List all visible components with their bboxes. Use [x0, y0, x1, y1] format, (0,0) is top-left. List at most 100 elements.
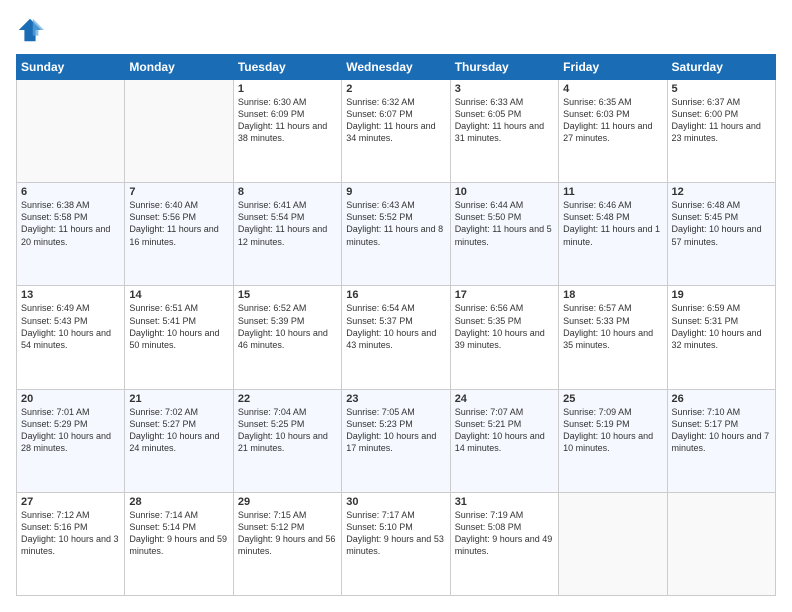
- day-number: 13: [21, 289, 120, 301]
- day-info: Sunrise: 7:09 AM Sunset: 5:19 PM Dayligh…: [563, 406, 662, 455]
- calendar-cell: 31Sunrise: 7:19 AM Sunset: 5:08 PM Dayli…: [450, 492, 558, 595]
- day-info: Sunrise: 6:48 AM Sunset: 5:45 PM Dayligh…: [672, 199, 771, 248]
- day-info: Sunrise: 6:37 AM Sunset: 6:00 PM Dayligh…: [672, 96, 771, 145]
- calendar-cell: 7Sunrise: 6:40 AM Sunset: 5:56 PM Daylig…: [125, 183, 233, 286]
- day-info: Sunrise: 6:35 AM Sunset: 6:03 PM Dayligh…: [563, 96, 662, 145]
- day-info: Sunrise: 7:02 AM Sunset: 5:27 PM Dayligh…: [129, 406, 228, 455]
- calendar-cell: 9Sunrise: 6:43 AM Sunset: 5:52 PM Daylig…: [342, 183, 450, 286]
- day-number: 1: [238, 83, 337, 95]
- weekday-header-saturday: Saturday: [667, 55, 775, 80]
- day-info: Sunrise: 6:32 AM Sunset: 6:07 PM Dayligh…: [346, 96, 445, 145]
- calendar-cell: 22Sunrise: 7:04 AM Sunset: 5:25 PM Dayli…: [233, 389, 341, 492]
- calendar-cell: 12Sunrise: 6:48 AM Sunset: 5:45 PM Dayli…: [667, 183, 775, 286]
- day-number: 20: [21, 393, 120, 405]
- day-info: Sunrise: 6:57 AM Sunset: 5:33 PM Dayligh…: [563, 302, 662, 351]
- calendar-cell: 10Sunrise: 6:44 AM Sunset: 5:50 PM Dayli…: [450, 183, 558, 286]
- calendar-cell: [667, 492, 775, 595]
- day-number: 15: [238, 289, 337, 301]
- day-number: 4: [563, 83, 662, 95]
- day-number: 25: [563, 393, 662, 405]
- day-info: Sunrise: 6:44 AM Sunset: 5:50 PM Dayligh…: [455, 199, 554, 248]
- calendar-week-5: 27Sunrise: 7:12 AM Sunset: 5:16 PM Dayli…: [17, 492, 776, 595]
- day-info: Sunrise: 7:05 AM Sunset: 5:23 PM Dayligh…: [346, 406, 445, 455]
- day-number: 28: [129, 496, 228, 508]
- day-number: 24: [455, 393, 554, 405]
- weekday-header-monday: Monday: [125, 55, 233, 80]
- day-number: 17: [455, 289, 554, 301]
- calendar-cell: 18Sunrise: 6:57 AM Sunset: 5:33 PM Dayli…: [559, 286, 667, 389]
- calendar-cell: 19Sunrise: 6:59 AM Sunset: 5:31 PM Dayli…: [667, 286, 775, 389]
- day-number: 8: [238, 186, 337, 198]
- calendar-cell: 5Sunrise: 6:37 AM Sunset: 6:00 PM Daylig…: [667, 80, 775, 183]
- day-info: Sunrise: 7:14 AM Sunset: 5:14 PM Dayligh…: [129, 509, 228, 558]
- day-info: Sunrise: 7:10 AM Sunset: 5:17 PM Dayligh…: [672, 406, 771, 455]
- weekday-header-tuesday: Tuesday: [233, 55, 341, 80]
- day-info: Sunrise: 7:07 AM Sunset: 5:21 PM Dayligh…: [455, 406, 554, 455]
- calendar-cell: 4Sunrise: 6:35 AM Sunset: 6:03 PM Daylig…: [559, 80, 667, 183]
- day-info: Sunrise: 6:52 AM Sunset: 5:39 PM Dayligh…: [238, 302, 337, 351]
- day-number: 5: [672, 83, 771, 95]
- calendar-cell: 17Sunrise: 6:56 AM Sunset: 5:35 PM Dayli…: [450, 286, 558, 389]
- day-info: Sunrise: 7:04 AM Sunset: 5:25 PM Dayligh…: [238, 406, 337, 455]
- day-info: Sunrise: 6:41 AM Sunset: 5:54 PM Dayligh…: [238, 199, 337, 248]
- calendar-table: SundayMondayTuesdayWednesdayThursdayFrid…: [16, 54, 776, 596]
- calendar-cell: 25Sunrise: 7:09 AM Sunset: 5:19 PM Dayli…: [559, 389, 667, 492]
- day-info: Sunrise: 6:56 AM Sunset: 5:35 PM Dayligh…: [455, 302, 554, 351]
- day-number: 6: [21, 186, 120, 198]
- day-number: 18: [563, 289, 662, 301]
- logo: [16, 16, 48, 44]
- day-number: 16: [346, 289, 445, 301]
- day-number: 14: [129, 289, 228, 301]
- calendar-cell: 8Sunrise: 6:41 AM Sunset: 5:54 PM Daylig…: [233, 183, 341, 286]
- calendar-cell: 26Sunrise: 7:10 AM Sunset: 5:17 PM Dayli…: [667, 389, 775, 492]
- calendar-cell: 1Sunrise: 6:30 AM Sunset: 6:09 PM Daylig…: [233, 80, 341, 183]
- calendar-cell: 27Sunrise: 7:12 AM Sunset: 5:16 PM Dayli…: [17, 492, 125, 595]
- day-number: 10: [455, 186, 554, 198]
- calendar-cell: 14Sunrise: 6:51 AM Sunset: 5:41 PM Dayli…: [125, 286, 233, 389]
- calendar-cell: [125, 80, 233, 183]
- calendar-week-2: 6Sunrise: 6:38 AM Sunset: 5:58 PM Daylig…: [17, 183, 776, 286]
- day-info: Sunrise: 6:38 AM Sunset: 5:58 PM Dayligh…: [21, 199, 120, 248]
- calendar-cell: 21Sunrise: 7:02 AM Sunset: 5:27 PM Dayli…: [125, 389, 233, 492]
- calendar-cell: 29Sunrise: 7:15 AM Sunset: 5:12 PM Dayli…: [233, 492, 341, 595]
- weekday-header-wednesday: Wednesday: [342, 55, 450, 80]
- calendar-cell: 30Sunrise: 7:17 AM Sunset: 5:10 PM Dayli…: [342, 492, 450, 595]
- day-info: Sunrise: 6:33 AM Sunset: 6:05 PM Dayligh…: [455, 96, 554, 145]
- calendar-cell: [559, 492, 667, 595]
- calendar-cell: 2Sunrise: 6:32 AM Sunset: 6:07 PM Daylig…: [342, 80, 450, 183]
- calendar-cell: 24Sunrise: 7:07 AM Sunset: 5:21 PM Dayli…: [450, 389, 558, 492]
- calendar-week-4: 20Sunrise: 7:01 AM Sunset: 5:29 PM Dayli…: [17, 389, 776, 492]
- day-number: 30: [346, 496, 445, 508]
- day-info: Sunrise: 7:17 AM Sunset: 5:10 PM Dayligh…: [346, 509, 445, 558]
- calendar-cell: 23Sunrise: 7:05 AM Sunset: 5:23 PM Dayli…: [342, 389, 450, 492]
- day-number: 11: [563, 186, 662, 198]
- day-info: Sunrise: 6:46 AM Sunset: 5:48 PM Dayligh…: [563, 199, 662, 248]
- day-info: Sunrise: 6:30 AM Sunset: 6:09 PM Dayligh…: [238, 96, 337, 145]
- day-number: 3: [455, 83, 554, 95]
- calendar-cell: 6Sunrise: 6:38 AM Sunset: 5:58 PM Daylig…: [17, 183, 125, 286]
- day-number: 31: [455, 496, 554, 508]
- calendar-cell: 20Sunrise: 7:01 AM Sunset: 5:29 PM Dayli…: [17, 389, 125, 492]
- day-number: 12: [672, 186, 771, 198]
- logo-icon: [16, 16, 44, 44]
- calendar-cell: 16Sunrise: 6:54 AM Sunset: 5:37 PM Dayli…: [342, 286, 450, 389]
- day-info: Sunrise: 7:12 AM Sunset: 5:16 PM Dayligh…: [21, 509, 120, 558]
- day-number: 7: [129, 186, 228, 198]
- day-number: 22: [238, 393, 337, 405]
- calendar-cell: 3Sunrise: 6:33 AM Sunset: 6:05 PM Daylig…: [450, 80, 558, 183]
- day-number: 29: [238, 496, 337, 508]
- day-info: Sunrise: 6:43 AM Sunset: 5:52 PM Dayligh…: [346, 199, 445, 248]
- weekday-header-thursday: Thursday: [450, 55, 558, 80]
- day-info: Sunrise: 6:40 AM Sunset: 5:56 PM Dayligh…: [129, 199, 228, 248]
- page-header: [16, 16, 776, 44]
- calendar-cell: 28Sunrise: 7:14 AM Sunset: 5:14 PM Dayli…: [125, 492, 233, 595]
- calendar-cell: 11Sunrise: 6:46 AM Sunset: 5:48 PM Dayli…: [559, 183, 667, 286]
- day-info: Sunrise: 6:49 AM Sunset: 5:43 PM Dayligh…: [21, 302, 120, 351]
- day-info: Sunrise: 6:51 AM Sunset: 5:41 PM Dayligh…: [129, 302, 228, 351]
- day-number: 27: [21, 496, 120, 508]
- day-number: 26: [672, 393, 771, 405]
- day-info: Sunrise: 6:54 AM Sunset: 5:37 PM Dayligh…: [346, 302, 445, 351]
- calendar-week-1: 1Sunrise: 6:30 AM Sunset: 6:09 PM Daylig…: [17, 80, 776, 183]
- day-info: Sunrise: 6:59 AM Sunset: 5:31 PM Dayligh…: [672, 302, 771, 351]
- day-number: 2: [346, 83, 445, 95]
